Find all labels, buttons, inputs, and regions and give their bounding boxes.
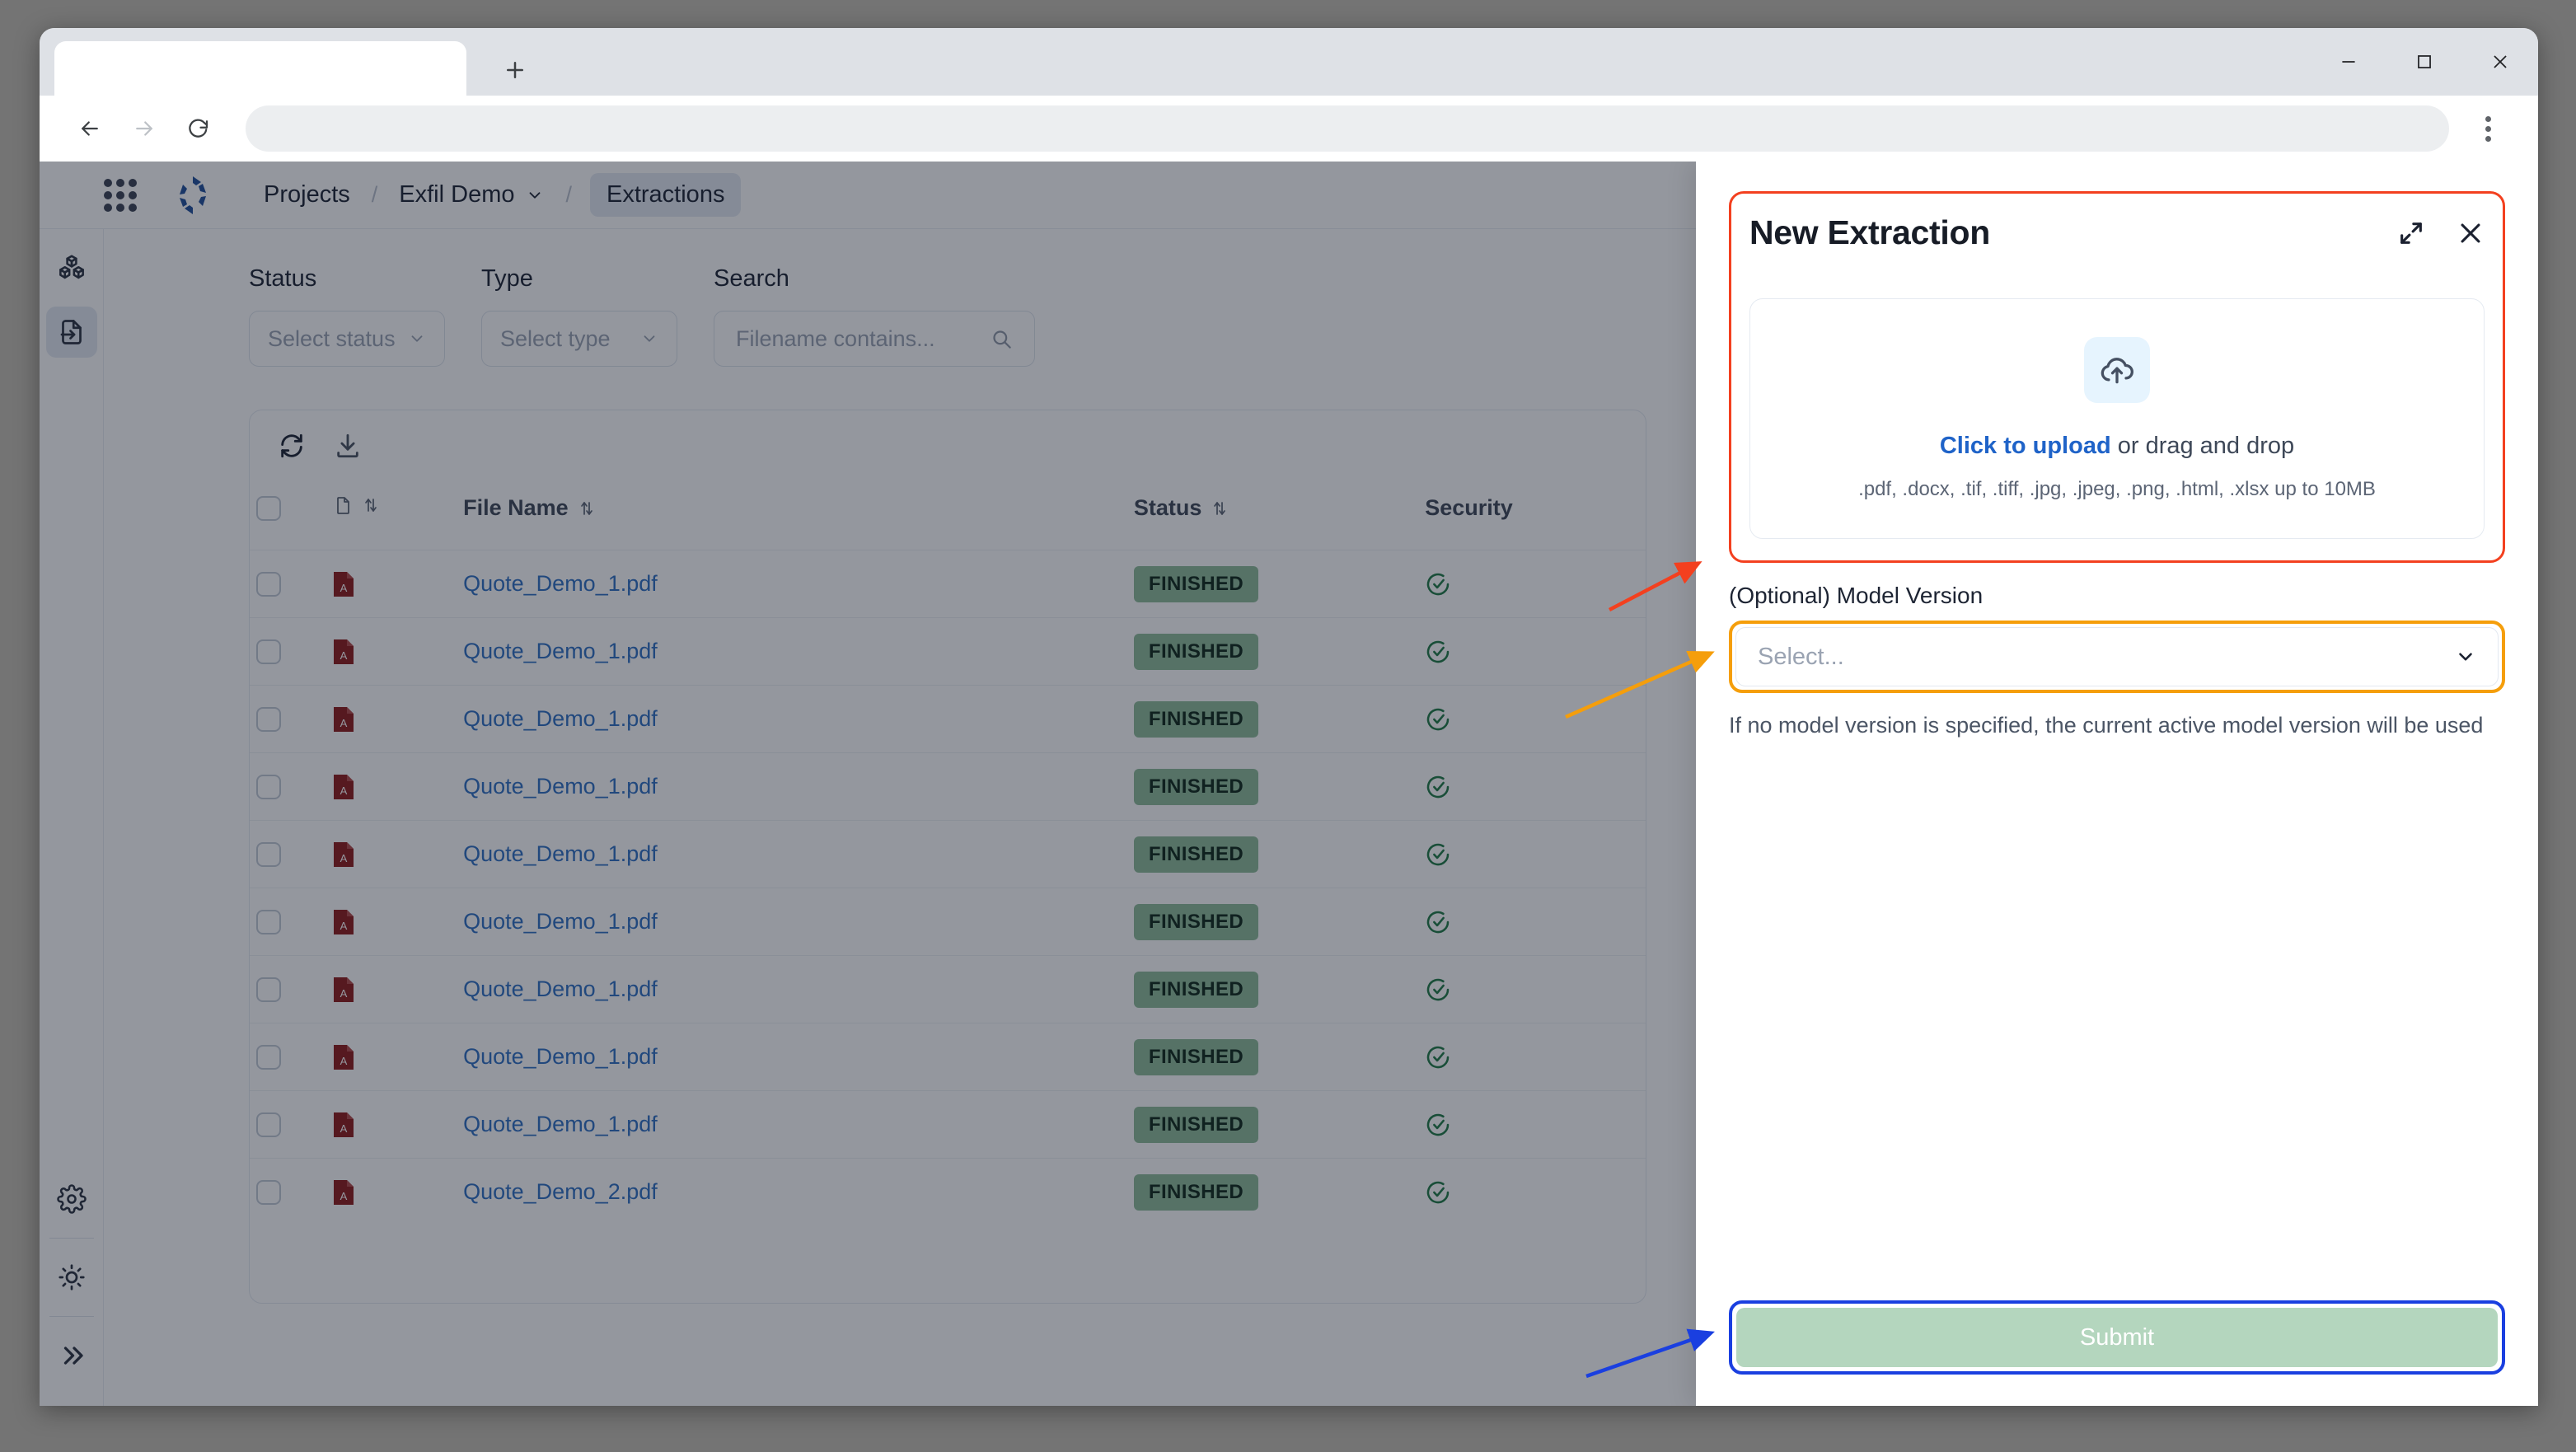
reload-button[interactable] [171, 101, 226, 156]
plus-icon [503, 58, 527, 82]
file-dropzone[interactable]: Click to upload or drag and drop .pdf, .… [1749, 298, 2485, 539]
dropzone-highlight: New Extraction [1729, 191, 2505, 563]
browser-toolbar [40, 96, 2538, 162]
dot [2485, 116, 2491, 122]
close-window-button[interactable] [2462, 28, 2538, 96]
modal-backdrop[interactable] [40, 162, 1696, 1406]
dot [2485, 136, 2491, 142]
new-tab-button[interactable] [493, 48, 537, 92]
model-version-field: (Optional) Model Version Select... If no… [1729, 583, 2505, 742]
chevron-down-icon [2455, 646, 2476, 667]
arrow-right-icon [132, 116, 157, 141]
maximize-icon [2414, 51, 2435, 73]
panel-footer: Submit [1696, 1300, 2538, 1406]
app-viewport: Projects / Exfil Demo / Extractions [40, 162, 2538, 1406]
forward-button[interactable] [117, 101, 171, 156]
dropzone-formats-text: .pdf, .docx, .tif, .tiff, .jpg, .jpeg, .… [1858, 478, 2376, 501]
model-version-label: (Optional) Model Version [1729, 583, 2505, 609]
model-version-value: Select... [1758, 644, 1844, 671]
model-version-select[interactable]: Select... [1735, 627, 2499, 686]
new-extraction-panel: New Extraction [1696, 162, 2538, 1406]
dot [2485, 126, 2491, 132]
panel-header: New Extraction [1749, 213, 2485, 252]
browser-tab-strip [40, 28, 2538, 96]
panel-title: New Extraction [1749, 213, 1990, 252]
browser-window: Projects / Exfil Demo / Extractions [40, 28, 2538, 1406]
submit-button[interactable]: Submit [1736, 1308, 2498, 1367]
dropzone-primary-text: Click to upload or drag and drop [1940, 433, 2294, 460]
cloud-upload-icon-wrap [2084, 337, 2150, 403]
upload-link[interactable]: Click to upload [1940, 433, 2111, 459]
browser-tab[interactable] [54, 41, 466, 96]
dropzone-rest-text: or drag and drop [2111, 433, 2294, 459]
cloud-upload-icon [2099, 352, 2135, 388]
maximize-button[interactable] [2386, 28, 2462, 96]
close-panel-button[interactable] [2457, 219, 2485, 247]
expand-panel-button[interactable] [2397, 219, 2425, 247]
expand-icon [2397, 219, 2425, 247]
window-controls [2311, 28, 2538, 96]
model-version-highlight: Select... [1729, 621, 2505, 693]
browser-menu-button[interactable] [2461, 101, 2515, 156]
close-icon [2457, 219, 2485, 247]
close-icon [2489, 51, 2511, 73]
model-version-help: If no model version is specified, the cu… [1729, 710, 2505, 742]
minimize-button[interactable] [2311, 28, 2386, 96]
back-button[interactable] [63, 101, 117, 156]
reload-icon [186, 116, 211, 141]
submit-highlight: Submit [1729, 1300, 2505, 1375]
minimize-icon [2338, 51, 2359, 73]
arrow-left-icon [77, 116, 102, 141]
address-bar[interactable] [246, 105, 2449, 152]
